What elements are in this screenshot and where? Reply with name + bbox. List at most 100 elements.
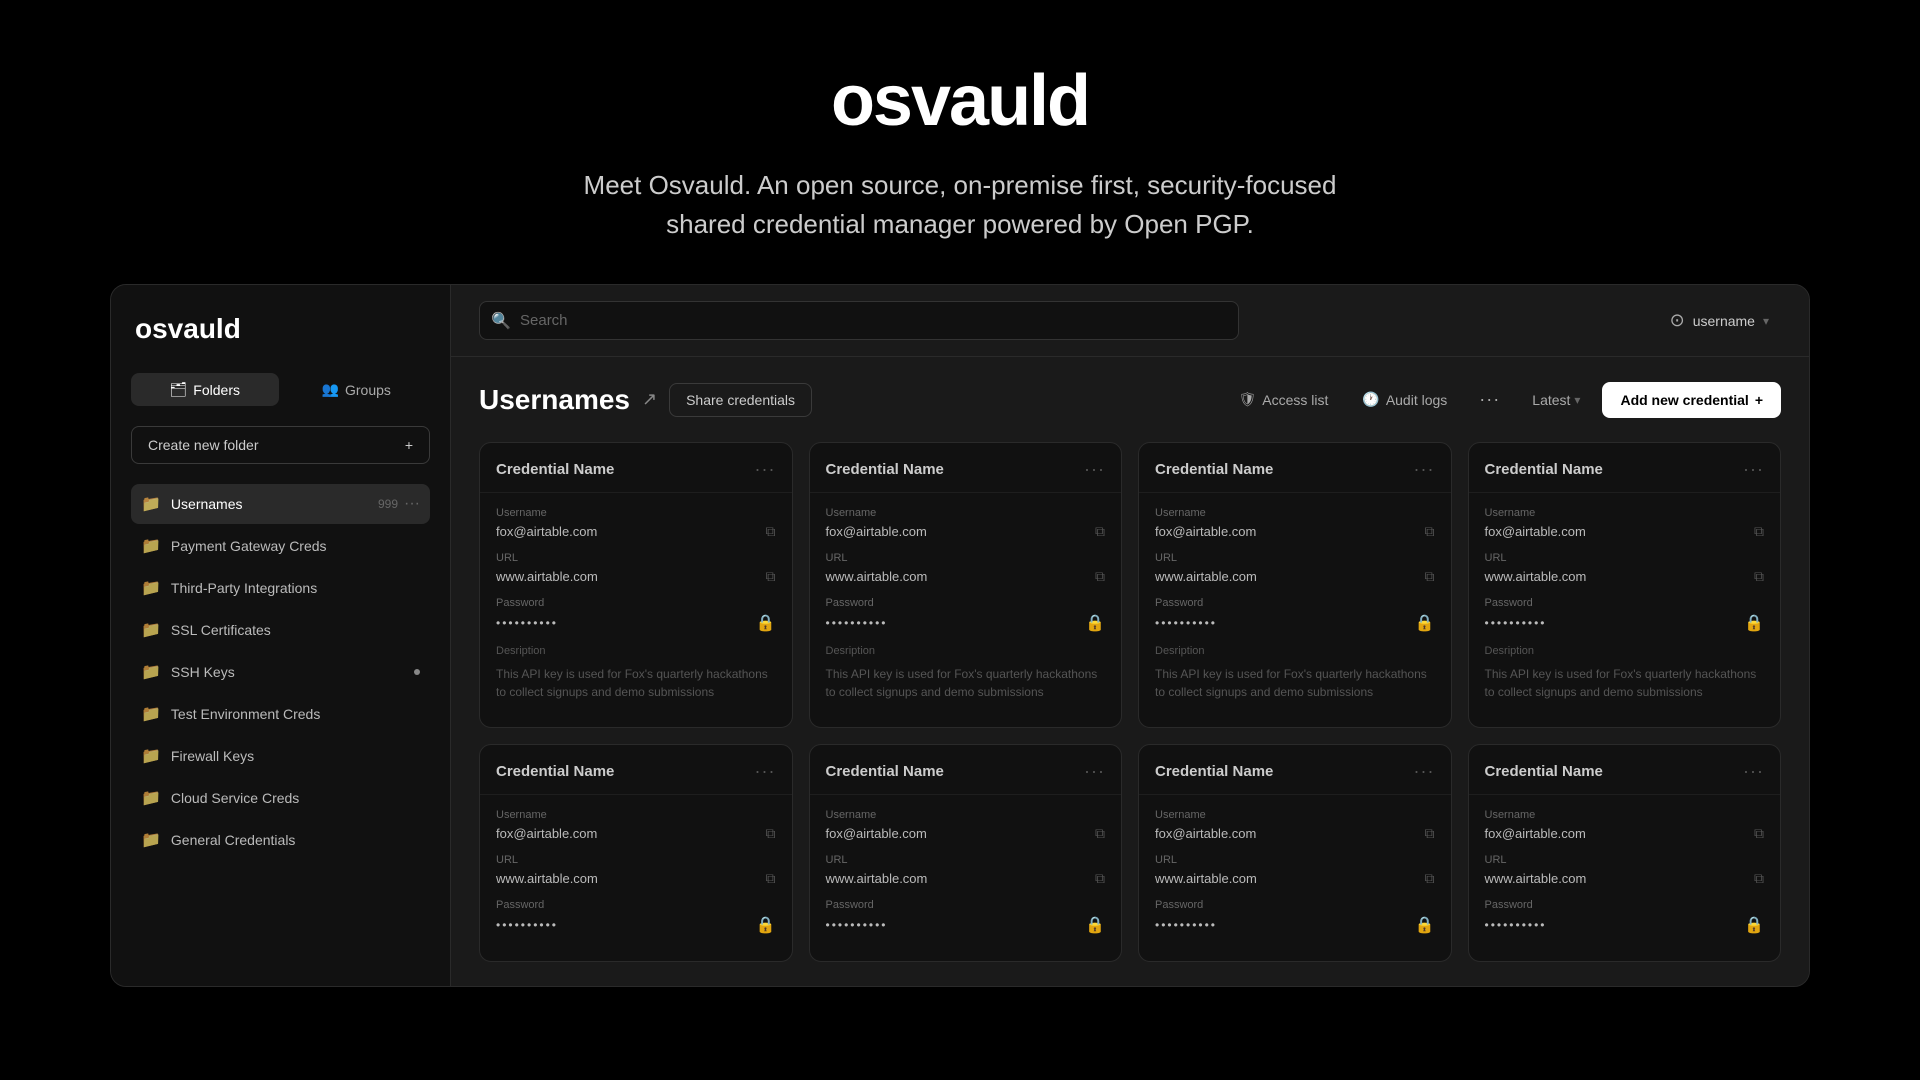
sidebar-item-payment[interactable]: 📁 Payment Gateway Creds <box>131 526 430 566</box>
card-url-label: URL <box>1485 552 1765 564</box>
share-link-icon[interactable]: ↗ <box>642 389 657 410</box>
card-url-value: www.airtable.com <box>1485 569 1587 584</box>
add-credential-label: Add new credential <box>1620 392 1748 408</box>
sidebar-item-third-party[interactable]: 📁 Third-Party Integrations <box>131 568 430 608</box>
latest-dropdown-button[interactable]: Latest ▾ <box>1520 384 1592 416</box>
card-username-value: fox@airtable.com <box>1155 826 1256 841</box>
reveal-password-button[interactable]: 🔒 <box>1085 915 1105 935</box>
card-url-value: www.airtable.com <box>496 871 598 886</box>
copy-url-button[interactable]: ⧉ <box>1425 568 1435 585</box>
access-list-button[interactable]: 🛡 Access list <box>1226 383 1340 416</box>
card-password-value: •••••••••• <box>1485 918 1547 932</box>
search-input[interactable] <box>479 301 1239 340</box>
card-password-label: Password <box>1485 899 1765 911</box>
folder-icon: 📁 <box>141 536 161 556</box>
credential-card-1: Credential Name ··· Username fox@airtabl… <box>479 442 793 728</box>
search-icon: 🔍 <box>491 311 511 331</box>
folder-menu-icon[interactable]: ··· <box>404 495 420 513</box>
card-header: Credential Name ··· <box>480 745 792 795</box>
card-url-value: www.airtable.com <box>1155 871 1257 886</box>
user-menu-button[interactable]: ⊙ username ▾ <box>1658 302 1781 339</box>
folder-name: Third-Party Integrations <box>171 580 420 596</box>
card-description-label: Desription <box>1155 645 1435 657</box>
sidebar-item-ssh[interactable]: 📁 SSH Keys <box>131 652 430 692</box>
access-list-icon: 🛡 <box>1238 391 1256 408</box>
copy-url-button[interactable]: ⧉ <box>766 870 776 887</box>
card-password-field: Password •••••••••• 🔒 <box>496 899 776 935</box>
reveal-password-button[interactable]: 🔒 <box>1415 915 1435 935</box>
topbar: 🔍 ⊙ username ▾ <box>451 285 1809 357</box>
add-credential-button[interactable]: Add new credential + <box>1602 382 1781 418</box>
copy-url-button[interactable]: ⧉ <box>1095 568 1105 585</box>
reveal-password-button[interactable]: 🔒 <box>756 613 776 633</box>
card-username-value: fox@airtable.com <box>826 826 927 841</box>
reveal-password-button[interactable]: 🔒 <box>1415 613 1435 633</box>
folder-tab-label: Folders <box>193 382 240 398</box>
audit-logs-button[interactable]: 🕐 Audit logs <box>1350 383 1459 416</box>
card-body: Username fox@airtable.com ⧉ URL www.airt… <box>810 493 1122 727</box>
sidebar-item-ssl[interactable]: 📁 SSL Certificates <box>131 610 430 650</box>
share-credentials-button[interactable]: Share credentials <box>669 383 812 417</box>
card-menu-button[interactable]: ··· <box>1084 459 1105 480</box>
card-password-field: Password •••••••••• 🔒 <box>1485 597 1765 633</box>
copy-username-button[interactable]: ⧉ <box>1095 523 1105 540</box>
card-username-field: Username fox@airtable.com ⧉ <box>1485 809 1765 842</box>
card-password-label: Password <box>826 899 1106 911</box>
tab-groups[interactable]: 👥 Groups <box>283 373 431 406</box>
card-description-label: Desription <box>1485 645 1765 657</box>
reveal-password-button[interactable]: 🔒 <box>1744 613 1764 633</box>
card-body: Username fox@airtable.com ⧉ URL www.airt… <box>1469 795 1781 961</box>
card-username-value: fox@airtable.com <box>496 524 597 539</box>
card-description-value: This API key is used for Fox's quarterly… <box>496 665 776 701</box>
card-menu-button[interactable]: ··· <box>1084 761 1105 782</box>
sidebar-item-usernames[interactable]: 📁 Usernames 999 ··· <box>131 484 430 524</box>
card-menu-button[interactable]: ··· <box>1414 459 1435 480</box>
sidebar-item-general[interactable]: 📁 General Credentials <box>131 820 430 860</box>
chevron-down-icon: ▾ <box>1763 314 1769 328</box>
copy-username-button[interactable]: ⧉ <box>1754 825 1764 842</box>
card-menu-button[interactable]: ··· <box>1743 761 1764 782</box>
reveal-password-button[interactable]: 🔒 <box>756 915 776 935</box>
card-header: Credential Name ··· <box>1469 745 1781 795</box>
card-menu-button[interactable]: ··· <box>755 761 776 782</box>
card-header: Credential Name ··· <box>810 443 1122 493</box>
copy-url-button[interactable]: ⧉ <box>1754 870 1764 887</box>
copy-username-button[interactable]: ⧉ <box>1095 825 1105 842</box>
card-description-field: Desription This API key is used for Fox'… <box>826 645 1106 701</box>
more-options-button[interactable]: ··· <box>1469 381 1510 418</box>
card-url-value: www.airtable.com <box>496 569 598 584</box>
tab-folders[interactable]: 🗂 Folders <box>131 373 279 406</box>
copy-url-button[interactable]: ⧉ <box>766 568 776 585</box>
sidebar-item-test-env[interactable]: 📁 Test Environment Creds <box>131 694 430 734</box>
card-menu-button[interactable]: ··· <box>755 459 776 480</box>
reveal-password-button[interactable]: 🔒 <box>1744 915 1764 935</box>
card-password-value: •••••••••• <box>826 918 888 932</box>
sidebar-item-firewall[interactable]: 📁 Firewall Keys <box>131 736 430 776</box>
copy-username-button[interactable]: ⧉ <box>1754 523 1764 540</box>
folder-icon: 📁 <box>141 830 161 850</box>
card-url-field: URL www.airtable.com ⧉ <box>1155 552 1435 585</box>
audit-logs-icon: 🕐 <box>1362 391 1379 408</box>
card-title: Credential Name <box>1155 763 1273 780</box>
copy-username-button[interactable]: ⧉ <box>1425 825 1435 842</box>
folder-name: SSH Keys <box>171 664 408 680</box>
card-url-label: URL <box>826 552 1106 564</box>
card-title: Credential Name <box>496 461 614 478</box>
sidebar-item-cloud[interactable]: 📁 Cloud Service Creds <box>131 778 430 818</box>
copy-username-button[interactable]: ⧉ <box>1425 523 1435 540</box>
card-menu-button[interactable]: ··· <box>1414 761 1435 782</box>
copy-username-button[interactable]: ⧉ <box>766 825 776 842</box>
credential-card-8: Credential Name ··· Username fox@airtabl… <box>1468 744 1782 962</box>
card-menu-button[interactable]: ··· <box>1743 459 1764 480</box>
copy-username-button[interactable]: ⧉ <box>766 523 776 540</box>
card-title: Credential Name <box>1155 461 1273 478</box>
content-header: Usernames ↗ Share credentials 🛡 Access l… <box>479 381 1781 418</box>
create-folder-button[interactable]: Create new folder + <box>131 426 430 464</box>
card-description-field: Desription This API key is used for Fox'… <box>496 645 776 701</box>
card-url-label: URL <box>1155 552 1435 564</box>
reveal-password-button[interactable]: 🔒 <box>1085 613 1105 633</box>
copy-url-button[interactable]: ⧉ <box>1425 870 1435 887</box>
copy-url-button[interactable]: ⧉ <box>1095 870 1105 887</box>
copy-url-button[interactable]: ⧉ <box>1754 568 1764 585</box>
card-username-field: Username fox@airtable.com ⧉ <box>826 507 1106 540</box>
